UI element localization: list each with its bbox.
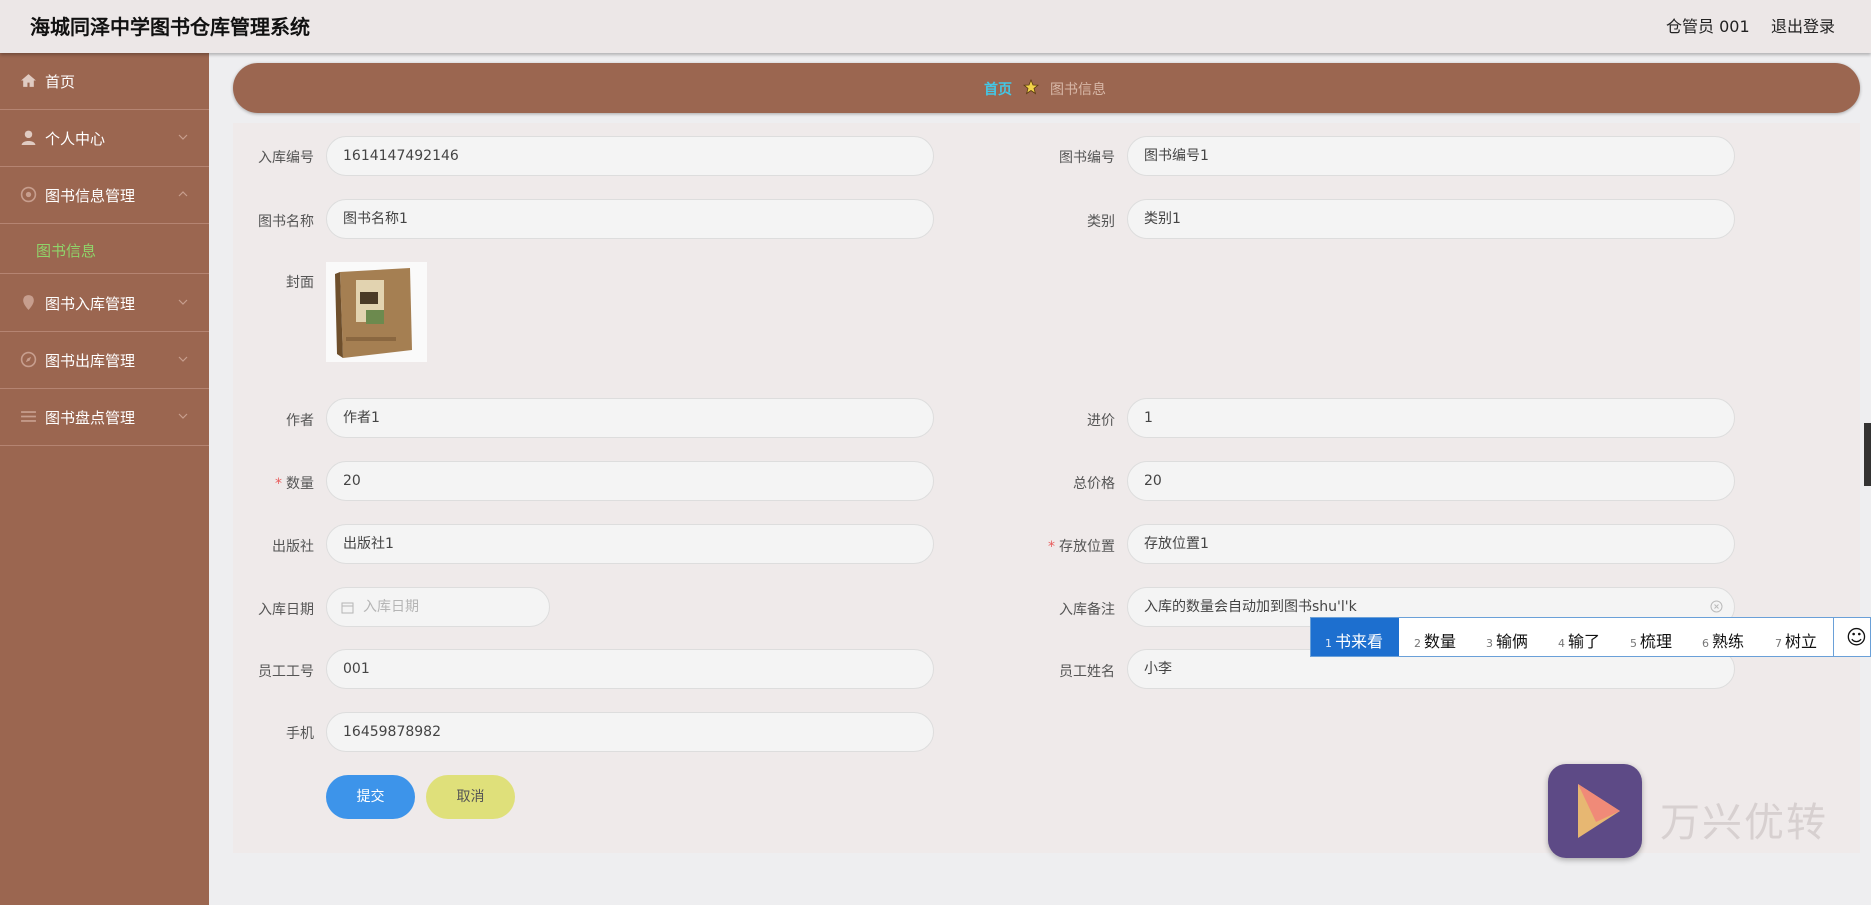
watermark-logo-icon xyxy=(1548,764,1642,858)
required-mark: * xyxy=(1048,539,1055,555)
ime-candidate-1[interactable]: 1 书来看 xyxy=(1311,618,1399,656)
submit-button[interactable]: 提交 xyxy=(326,775,415,819)
logout-link[interactable]: 退出登录 xyxy=(1771,13,1835,37)
entry-no-field[interactable]: 1614147492146 xyxy=(326,136,934,176)
sidebar-item-home[interactable]: 首页 xyxy=(0,53,209,110)
play-icon xyxy=(1578,784,1620,838)
ime-candidate-6[interactable]: 6 熟练 xyxy=(1702,628,1744,652)
book-no-label: 图书编号 xyxy=(1059,150,1115,166)
sidebar-item-book-in-mgmt[interactable]: 图书入库管理 xyxy=(0,275,209,332)
remark-label: 入库备注 xyxy=(1059,602,1115,618)
book-no-field[interactable]: 图书编号1 xyxy=(1127,136,1735,176)
clear-icon[interactable] xyxy=(1710,600,1723,613)
book-cover-icon xyxy=(326,262,427,362)
staff-no-label: 员工工号 xyxy=(258,664,314,680)
star-icon xyxy=(1023,79,1039,95)
total-price-label: 总价格 xyxy=(1073,476,1115,492)
chevron-down-icon xyxy=(178,413,188,419)
ime-divider xyxy=(1833,618,1834,656)
price-field[interactable]: 1 xyxy=(1127,398,1735,438)
ime-candidate-2[interactable]: 2 数量 xyxy=(1414,628,1456,652)
sidebar-item-profile[interactable]: 个人中心 xyxy=(0,110,209,167)
breadcrumb-home[interactable]: 首页 xyxy=(984,79,1012,99)
entry-no-label: 入库编号 xyxy=(258,150,314,166)
sidebar-item-book-info-mgmt[interactable]: 图书信息管理 xyxy=(0,167,209,224)
entry-date-label: 入库日期 xyxy=(258,602,314,618)
watermark-text: 万兴优转 xyxy=(1660,800,1828,846)
ime-candidate-bar: 1 书来看 2 数量 3 输俩 4 输了 5 梳理 6 熟练 7 树立 ☺ xyxy=(1310,617,1871,657)
chevron-down-icon xyxy=(178,299,188,305)
sidebar-item-label: 图书盘点管理 xyxy=(45,409,136,427)
chevron-up-icon xyxy=(178,191,188,197)
current-user[interactable]: 仓管员 001 xyxy=(1666,13,1750,37)
chevron-down-icon xyxy=(178,134,188,140)
compass-icon xyxy=(20,351,37,368)
entry-date-placeholder: 入库日期 xyxy=(363,599,419,615)
publisher-label: 出版社 xyxy=(272,539,314,555)
emoji-icon[interactable]: ☺ xyxy=(1846,625,1867,649)
phone-field[interactable]: 16459878982 xyxy=(326,712,934,752)
book-name-field[interactable]: 图书名称1 xyxy=(326,199,934,239)
list-icon xyxy=(21,411,36,422)
author-field[interactable]: 作者1 xyxy=(326,398,934,438)
remark-text: 入库的数量会自动加到图书shu'l'k xyxy=(1144,599,1357,615)
breadcrumb: 首页 图书信息 xyxy=(233,63,1860,113)
staff-name-label: 员工姓名 xyxy=(1059,664,1115,680)
calendar-icon xyxy=(341,602,354,614)
entry-date-picker[interactable]: 入库日期 xyxy=(326,587,550,627)
location-label: * 存放位置 xyxy=(1048,539,1115,555)
book-info-icon xyxy=(20,186,37,203)
location-field[interactable]: 存放位置1 xyxy=(1127,524,1735,564)
sidebar-item-label: 图书出库管理 xyxy=(45,352,136,370)
breadcrumb-current: 图书信息 xyxy=(1050,82,1106,98)
sidebar: 首页 个人中心 图书信息管理 图书信息 图书入库管理 图书出库管理 图书盘点管理 xyxy=(0,53,209,905)
sidebar-item-inventory-mgmt[interactable]: 图书盘点管理 xyxy=(0,389,209,446)
app-title: 海城同泽中学图书仓库管理系统 xyxy=(30,15,310,39)
staff-no-field[interactable]: 001 xyxy=(326,649,934,689)
author-label: 作者 xyxy=(286,413,314,429)
book-name-label: 图书名称 xyxy=(258,214,314,230)
phone-label: 手机 xyxy=(286,726,314,742)
required-mark: * xyxy=(275,476,282,492)
publisher-field[interactable]: 出版社1 xyxy=(326,524,934,564)
sidebar-item-book-out-mgmt[interactable]: 图书出库管理 xyxy=(0,332,209,389)
book-cover-image[interactable] xyxy=(326,262,427,362)
chevron-down-icon xyxy=(178,356,188,362)
scrollbar-thumb[interactable] xyxy=(1864,423,1871,486)
sidebar-item-label: 个人中心 xyxy=(45,130,106,148)
quantity-field[interactable]: 20 xyxy=(326,461,934,501)
sidebar-item-label: 图书信息管理 xyxy=(45,187,136,205)
category-label: 类别 xyxy=(1087,214,1115,230)
sidebar-subitem-book-info[interactable]: 图书信息 xyxy=(0,224,209,274)
ime-candidate-3[interactable]: 3 输俩 xyxy=(1486,628,1528,652)
user-icon xyxy=(21,130,36,145)
sidebar-subitem-label: 图书信息 xyxy=(36,242,97,260)
ime-candidate-4[interactable]: 4 输了 xyxy=(1558,628,1600,652)
sidebar-item-label: 首页 xyxy=(45,73,76,91)
home-icon xyxy=(21,74,36,87)
ime-candidate-5[interactable]: 5 梳理 xyxy=(1630,628,1672,652)
price-label: 进价 xyxy=(1087,413,1115,429)
quantity-label: * 数量 xyxy=(275,476,314,492)
sidebar-item-label: 图书入库管理 xyxy=(45,295,136,313)
top-bar: 海城同泽中学图书仓库管理系统 仓管员 001 退出登录 xyxy=(0,0,1871,53)
total-price-field[interactable]: 20 xyxy=(1127,461,1735,501)
location-icon xyxy=(23,295,34,310)
ime-candidate-7[interactable]: 7 树立 xyxy=(1775,628,1817,652)
cancel-button[interactable]: 取消 xyxy=(426,775,515,819)
cover-label: 封面 xyxy=(286,275,314,291)
category-field[interactable]: 类别1 xyxy=(1127,199,1735,239)
